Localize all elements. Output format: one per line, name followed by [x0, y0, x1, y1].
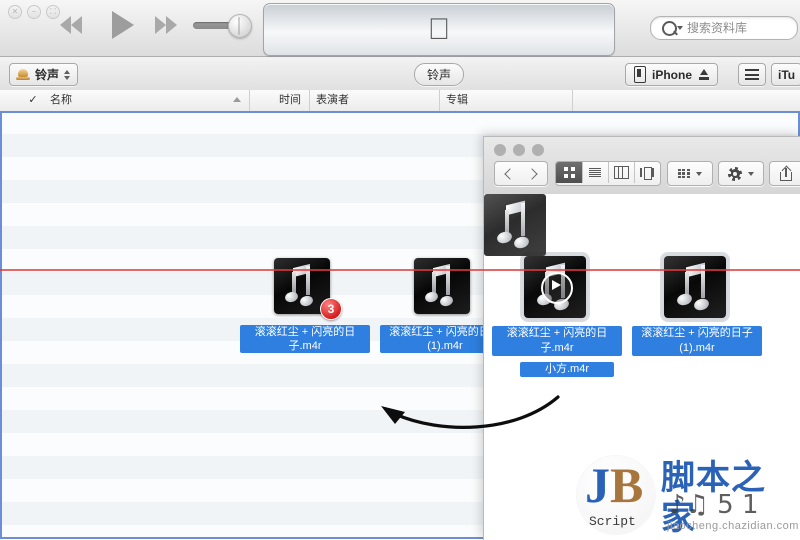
- view-mode-segmented-control[interactable]: [555, 161, 661, 186]
- arrange-grid-icon: [678, 168, 690, 179]
- chevron-down-icon: [748, 171, 754, 176]
- chevron-right-icon: [526, 167, 538, 180]
- next-track-button[interactable]: [155, 16, 177, 34]
- dragging-file-label: 小方.m4r: [520, 362, 614, 377]
- tab-ringtones-label: 铃声: [427, 68, 452, 82]
- list-icon: [589, 167, 601, 178]
- back-button[interactable]: [494, 161, 523, 186]
- forward-button[interactable]: [520, 161, 548, 186]
- close-button[interactable]: ✕: [8, 5, 22, 19]
- itunes-display-panel: : [263, 3, 615, 56]
- music-note-icon: [675, 262, 715, 312]
- source-popup-label: 铃声: [35, 68, 60, 82]
- fastforward-icon: [155, 16, 166, 34]
- itunes-subtoolbar: 铃声 铃声 iPhone iTu: [0, 57, 800, 91]
- watermark: JB Script 脚本之家 ♪♫ 5 1 jiaocheng.chazidia…: [575, 452, 800, 539]
- watermark-logo-j: J: [585, 457, 610, 513]
- source-popup-button[interactable]: 铃声: [9, 63, 79, 86]
- drag-direction-arrow: [381, 395, 560, 429]
- fastforward-icon-2: [166, 16, 177, 34]
- column-view-button[interactable]: [608, 162, 635, 183]
- watermark-notes-glyphs: ♪♫ 5 1: [669, 490, 759, 520]
- columns-icon: [613, 166, 629, 179]
- itunes-store-label: iTu: [778, 67, 796, 82]
- file-label[interactable]: 滚滚红尘 + 闪亮的日子(1).m4r: [632, 326, 762, 356]
- grid-icon: [563, 167, 575, 178]
- device-label: iPhone: [652, 67, 693, 82]
- list-view-button[interactable]: [582, 162, 609, 183]
- zoom-button[interactable]: [532, 144, 544, 156]
- minimize-button[interactable]: [513, 144, 525, 156]
- tab-ringtones[interactable]: 铃声: [414, 63, 465, 86]
- watermark-logo-b: B: [610, 457, 644, 513]
- music-note-icon: [283, 263, 319, 308]
- share-icon: [780, 165, 792, 181]
- updown-chevron-icon: [64, 68, 71, 81]
- drag-count-badge: 3: [320, 298, 342, 320]
- action-menu-button[interactable]: [718, 161, 764, 186]
- chevron-down-icon[interactable]: [677, 26, 683, 30]
- search-input[interactable]: 搜索资料库: [687, 20, 747, 36]
- finder-titlebar: [484, 137, 800, 195]
- gear-icon: [728, 166, 742, 181]
- file-label[interactable]: 滚滚红尘 + 闪亮的日子.m4r: [492, 326, 622, 356]
- eject-icon[interactable]: [699, 69, 710, 80]
- column-header-name-label: 名称: [50, 94, 72, 106]
- dragged-file-icon[interactable]: [414, 258, 470, 314]
- watermark-logo-text: JB: [585, 460, 643, 510]
- bell-icon: [16, 68, 30, 81]
- dragging-file-ghost-icon[interactable]: [484, 194, 546, 256]
- music-note-icon: [495, 200, 535, 250]
- itunes-store-button[interactable]: iTu: [771, 63, 800, 86]
- column-header-time[interactable]: 时间: [250, 90, 310, 111]
- close-button[interactable]: [494, 144, 506, 156]
- rewind-icon: [60, 16, 71, 34]
- minimize-icon: −: [31, 7, 37, 16]
- device-button-iphone[interactable]: iPhone: [625, 63, 719, 86]
- volume-slider-knob[interactable]: [228, 14, 252, 38]
- coverflow-view-button[interactable]: [634, 162, 660, 183]
- dragged-file-label: 滚滚红尘 + 闪亮的日子.m4r: [240, 325, 370, 353]
- file-icon[interactable]: [664, 256, 726, 318]
- arrange-button[interactable]: [667, 161, 713, 186]
- itunes-titlebar: ✕ − ⛶  搜索资料库: [0, 0, 800, 57]
- apple-logo-icon: : [428, 14, 451, 45]
- iphone-icon: [634, 66, 646, 83]
- search-field[interactable]: 搜索资料库: [650, 16, 798, 40]
- play-overlay-icon[interactable]: [541, 272, 573, 304]
- play-button[interactable]: [112, 11, 134, 39]
- icon-view-button[interactable]: [556, 162, 583, 183]
- column-header-name[interactable]: 名称: [44, 90, 250, 111]
- list-view-button[interactable]: [738, 63, 766, 86]
- coverflow-icon: [640, 167, 654, 180]
- close-icon: ✕: [11, 7, 19, 16]
- chevron-down-icon: [696, 171, 702, 176]
- zoom-button[interactable]: ⛶: [46, 5, 60, 19]
- column-header-artist[interactable]: 表演者: [310, 90, 440, 111]
- previous-track-button[interactable]: [60, 16, 82, 34]
- track-column-headers: ✓ 名称 时间 表演者 专辑: [0, 90, 800, 112]
- chevron-left-icon: [504, 167, 516, 180]
- search-icon: [662, 21, 677, 36]
- track-row[interactable]: [0, 111, 800, 134]
- column-header-album[interactable]: 专辑: [440, 90, 573, 111]
- column-header-check[interactable]: ✓: [22, 90, 44, 111]
- sort-ascending-icon: [233, 97, 241, 102]
- hamburger-icon: [745, 69, 759, 80]
- rewind-icon-2: [71, 16, 82, 34]
- minimize-button[interactable]: −: [27, 5, 41, 19]
- share-button[interactable]: [769, 161, 800, 186]
- watermark-url: jiaocheng.chazidian.com: [667, 520, 799, 532]
- column-header-blank: [573, 90, 800, 111]
- music-note-icon: [423, 263, 459, 308]
- watermark-script-label: Script: [589, 514, 636, 529]
- zoom-icon: ⛶: [50, 7, 56, 16]
- red-guide-line: [0, 269, 800, 271]
